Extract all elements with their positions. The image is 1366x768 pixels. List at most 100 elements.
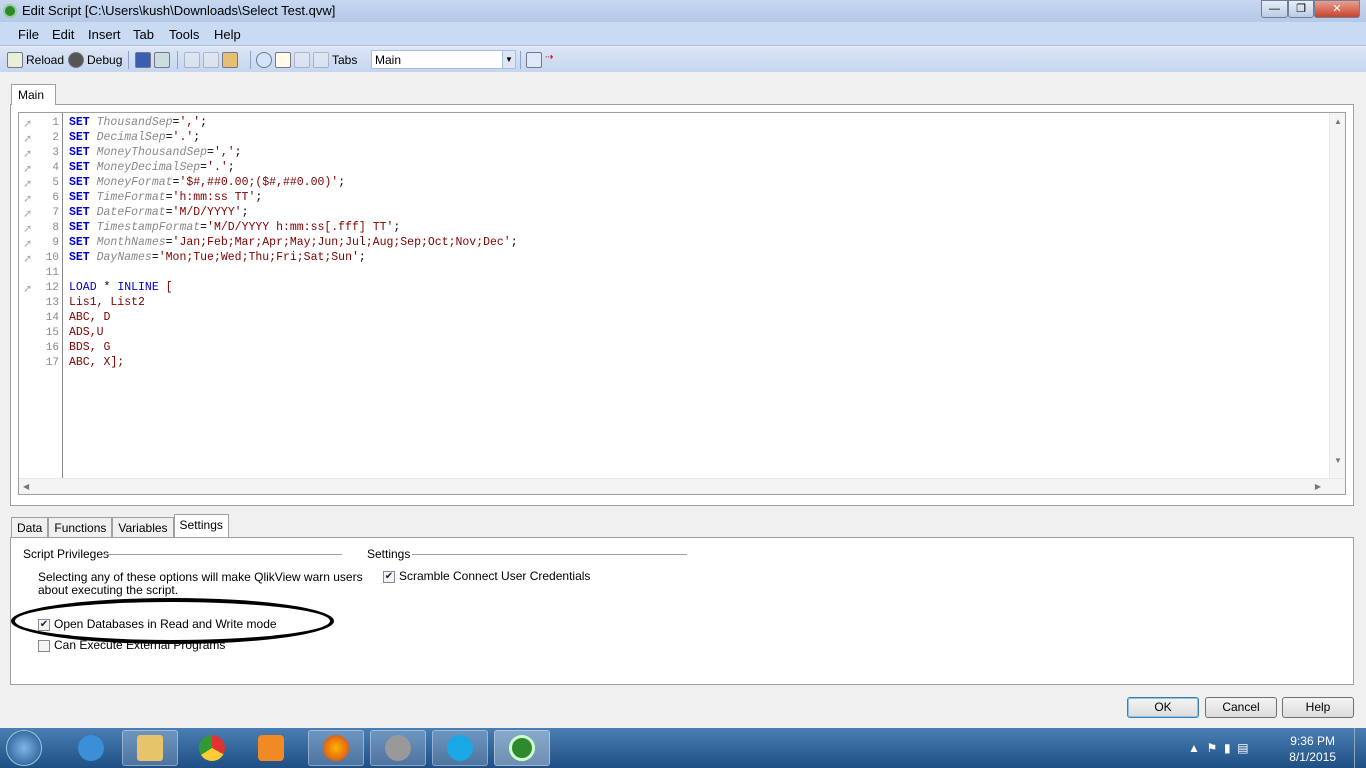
menu-file[interactable]: File — [18, 27, 39, 42]
scramble-credentials-checkbox[interactable]: ✔ Scramble Connect User Credentials — [383, 569, 590, 583]
debug-button[interactable]: Debug — [68, 52, 122, 68]
paste-icon[interactable] — [222, 52, 238, 68]
code-line[interactable]: SET MonthNames='Jan;Feb;Mar;Apr;May;Jun;… — [69, 236, 518, 249]
code-token-kw: SET — [69, 176, 90, 189]
code-line[interactable]: Lis1, List2 — [69, 296, 145, 309]
separator — [250, 51, 251, 69]
reload-button[interactable]: Reload — [7, 52, 64, 68]
search-icon[interactable] — [256, 52, 272, 68]
show-desktop-button[interactable] — [1354, 728, 1366, 768]
bookmark-arrow-icon: ➚ — [23, 193, 33, 205]
qlikview-icon — [509, 735, 535, 761]
settings-heading: Settings — [367, 547, 411, 561]
code-token-op — [90, 116, 97, 129]
code-line[interactable]: SET DayNames='Mon;Tue;Wed;Thu;Fri;Sat;Su… — [69, 251, 366, 264]
save-icon[interactable] — [135, 52, 151, 68]
code-token-op — [90, 251, 97, 264]
line-number: 15 — [45, 327, 59, 339]
menu-edit[interactable]: Edit — [52, 27, 74, 42]
taskbar-media-player[interactable] — [243, 730, 299, 766]
tab-settings[interactable]: Settings — [173, 514, 229, 537]
code-token-op: = — [151, 251, 159, 264]
copy-icon[interactable] — [203, 52, 219, 68]
cancel-button[interactable]: Cancel — [1205, 697, 1277, 718]
bookmark-arrow-icon: ➚ — [23, 133, 33, 145]
code-token-kw: SET — [69, 191, 90, 204]
code-token-kw2: LOAD — [69, 281, 97, 294]
code-line[interactable]: SET DecimalSep='.'; — [69, 131, 200, 144]
code-token-op: = — [207, 146, 214, 159]
code-token-str: 'Mon;Tue;Wed;Thu;Fri;Sat;Sun' — [158, 251, 359, 264]
menu-help[interactable]: Help — [214, 27, 241, 42]
code-line[interactable]: ABC, D — [69, 311, 110, 324]
code-token-var: MoneyDecimalSep — [96, 161, 201, 174]
code-line[interactable]: SET MoneyFormat='$#,##0.00;($#,##0.00)'; — [69, 176, 345, 189]
taskbar-skype[interactable] — [432, 730, 488, 766]
script-editor[interactable]: ▲ ▼ ◀ ▶ 1 ➚ SET ThousandSep=','; 2 ➚ SET Decima… — [18, 112, 1346, 495]
menu-insert[interactable]: Insert — [88, 27, 121, 42]
code-line[interactable]: SET MoneyThousandSep=','; — [69, 146, 242, 159]
maximize-button[interactable]: ❐ — [1288, 0, 1314, 18]
code-token-op: ; — [227, 161, 235, 174]
code-token-op: ; — [193, 131, 201, 144]
tab-functions[interactable]: Functions — [48, 517, 113, 537]
tray-icons[interactable]: ▲ ⚑ ▮ ▤ — [1188, 741, 1249, 755]
cut-icon[interactable] — [184, 52, 200, 68]
checkbox-checked[interactable]: ✔ — [383, 570, 395, 583]
start-button[interactable] — [6, 730, 42, 766]
code-line[interactable]: SET DateFormat='M/D/YYYY'; — [69, 206, 248, 219]
ok-button[interactable]: OK — [1127, 697, 1199, 718]
taskbar-file-explorer[interactable] — [122, 730, 178, 766]
tab-left-icon[interactable] — [294, 52, 310, 68]
taskbar-chrome[interactable] — [184, 730, 240, 766]
menu-tools[interactable]: Tools — [169, 27, 199, 42]
tab-right-icon[interactable] — [313, 52, 329, 68]
code-line[interactable]: SET TimeFormat='h:mm:ss TT'; — [69, 191, 262, 204]
code-token-op — [90, 236, 97, 249]
taskbar-internet-explorer[interactable] — [63, 730, 119, 766]
menu-tab[interactable]: Tab — [133, 27, 154, 42]
separator — [128, 51, 129, 69]
code-token-var: DayNames — [96, 251, 152, 264]
code-line[interactable]: SET MoneyDecimalSep='.'; — [69, 161, 235, 174]
taskbar-media-center[interactable] — [370, 730, 426, 766]
code-line[interactable]: ADS,U — [69, 326, 104, 339]
tab-select-dropdown[interactable]: Main ▼ — [371, 50, 516, 69]
code-line[interactable]: SET ThousandSep=','; — [69, 116, 207, 129]
tab-data[interactable]: Data — [11, 517, 49, 537]
code-token-op: ; — [510, 236, 518, 249]
code-token-op — [90, 131, 97, 144]
bottom-tabs: Data Functions Variables Settings — [11, 514, 229, 537]
divider — [412, 554, 687, 555]
script-tab-main[interactable]: Main — [11, 84, 56, 105]
code-line[interactable]: BDS, G — [69, 341, 110, 354]
taskbar-qlikview[interactable] — [494, 730, 550, 766]
code-token-op — [90, 146, 97, 159]
bookmark-arrow-icon: ➚ — [23, 253, 33, 265]
close-button[interactable]: ✕ — [1314, 0, 1360, 18]
privileges-description: Selecting any of these options will make… — [38, 570, 363, 584]
table-viewer-icon[interactable] — [526, 52, 542, 68]
skype-icon — [447, 735, 473, 761]
print-icon[interactable] — [154, 52, 170, 68]
window-title: Edit Script [C:\Users\kush\Downloads\Sel… — [22, 3, 336, 18]
tab-variables[interactable]: Variables — [112, 517, 174, 537]
help-button[interactable]: Help — [1282, 697, 1354, 718]
code-token-kw: SET — [69, 161, 90, 174]
code-line[interactable]: SET TimestampFormat='M/D/YYYY h:mm:ss[.f… — [69, 221, 400, 234]
minimize-button[interactable]: — — [1261, 0, 1288, 18]
folder-icon[interactable] — [275, 52, 291, 68]
line-number: 16 — [45, 342, 59, 354]
vertical-scrollbar[interactable]: ▲ ▼ — [1329, 113, 1345, 479]
syntax-check-icon[interactable]: ⇢ — [545, 52, 561, 68]
code-token-op — [90, 176, 97, 189]
chevron-down-icon[interactable]: ▼ — [502, 51, 515, 68]
horizontal-scrollbar[interactable]: ◀ ▶ — [19, 478, 1345, 494]
taskbar-firefox[interactable] — [308, 730, 364, 766]
code-line[interactable]: LOAD * INLINE [ — [69, 281, 173, 294]
checkbox-unchecked[interactable] — [38, 639, 50, 652]
clock[interactable]: 9:36 PM 8/1/2015 — [1289, 733, 1336, 765]
code-token-op: ; — [338, 176, 346, 189]
code-line[interactable]: ABC, X]; — [69, 356, 124, 369]
code-token-str: '.' — [207, 161, 228, 174]
